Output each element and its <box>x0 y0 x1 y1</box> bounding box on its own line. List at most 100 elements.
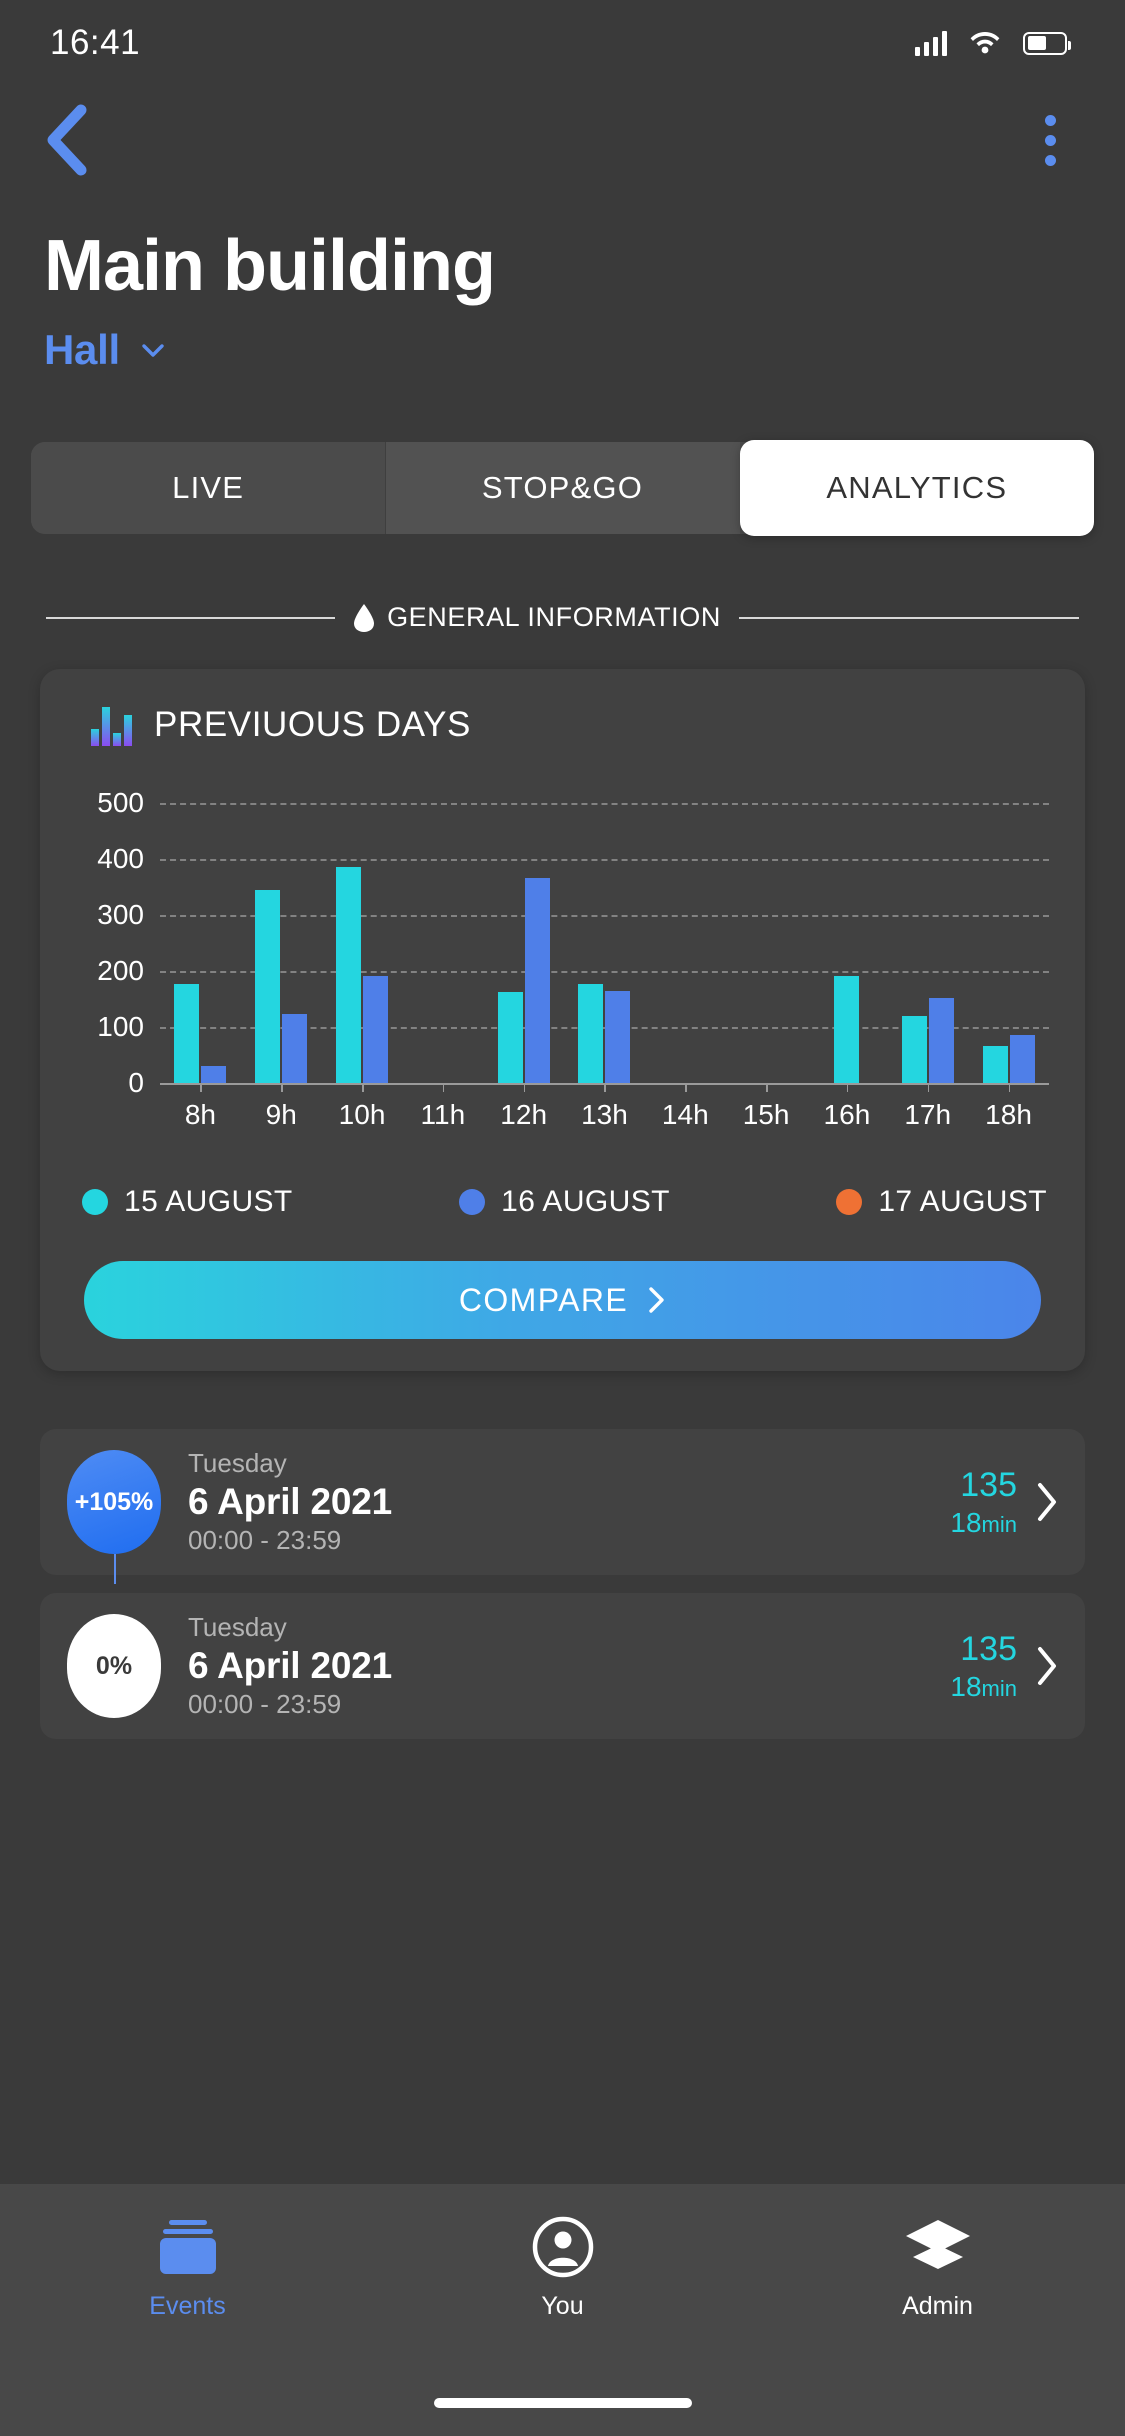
event-date: 6 April 2021 <box>188 1481 392 1522</box>
back-button[interactable] <box>36 104 96 176</box>
chart-y-tick-label: 300 <box>97 899 144 930</box>
chart-bar-group <box>564 803 645 1092</box>
bottom-nav-label: You <box>541 2292 584 2320</box>
chart-y-tick-label: 0 <box>128 1067 144 1098</box>
event-time-range: 00:00 - 23:59 <box>188 1689 342 1719</box>
legend-label: 16 AUGUST <box>501 1185 670 1218</box>
legend-label: 15 AUGUST <box>124 1185 293 1218</box>
home-indicator <box>433 2398 692 2408</box>
chart-x-tick-label: 8h <box>184 1099 216 1130</box>
overflow-menu-button[interactable] <box>1027 110 1073 170</box>
chart-bar-group <box>483 803 564 1092</box>
zone-selector-label: Hall <box>44 326 120 373</box>
tab-stop-and-go[interactable]: STOP&GO <box>385 442 740 534</box>
zone-selector[interactable]: Hall <box>44 326 1081 374</box>
chart-x-tick-label: 12h <box>500 1099 548 1130</box>
chart-y-tick-label: 100 <box>97 1011 144 1042</box>
chart-bar <box>255 890 281 1083</box>
section-label: GENERAL INFORMATION <box>387 602 721 632</box>
previous-days-card: PREVIUOUS DAYS 0 100 200 300 400 500 8h 9h 10h 1… <box>40 669 1085 1371</box>
chart-bar <box>336 866 362 1083</box>
event-duration: 18min <box>950 1670 1017 1702</box>
top-nav-bar <box>0 86 1125 194</box>
chart-bar-group <box>887 803 968 1092</box>
event-row[interactable]: 0% Tuesday 6 April 2021 00:00 - 23:59 135 18m… <box>40 1593 1085 1739</box>
chart-x-tick-label: 16h <box>823 1099 871 1130</box>
legend-color-swatch <box>82 1189 108 1215</box>
status-badge-label: +105% <box>74 1487 154 1516</box>
chevron-left-icon <box>47 104 87 176</box>
tab-analytics[interactable]: ANALYTICS <box>739 440 1094 536</box>
event-metrics: 135 18min <box>950 1466 1035 1539</box>
bottom-nav-item-admin[interactable]: Admin <box>750 2216 1125 2436</box>
chart-y-tick-label: 200 <box>97 955 144 986</box>
water-drop-icon <box>354 603 375 632</box>
chart-bar <box>174 983 200 1083</box>
status-badge: 0% <box>67 1614 161 1718</box>
account-circle-icon <box>524 2216 602 2278</box>
status-badge-label: 0% <box>95 1651 133 1680</box>
kebab-menu-icon <box>1044 114 1056 126</box>
legend-label: 17 AUGUST <box>878 1185 1048 1218</box>
page-header: Main building Hall <box>0 194 1125 374</box>
bar-chart-icon <box>91 707 132 746</box>
chevron-right-icon[interactable] <box>1035 1645 1059 1687</box>
chart-bar-group <box>807 803 888 1092</box>
chart-y-tick-label: 400 <box>97 843 144 874</box>
legend-color-swatch <box>459 1189 486 1215</box>
event-row[interactable]: +105% Tuesday 6 April 2021 00:00 - 23:59 135… <box>40 1429 1085 1584</box>
chart-y-tick-label: 500 <box>97 787 144 818</box>
status-badge: +105% <box>67 1450 161 1584</box>
chart-x-tick-label: 17h <box>904 1099 952 1130</box>
chart-bar-group <box>322 803 403 1092</box>
layers-icon <box>899 2216 977 2278</box>
chart-bar <box>605 990 631 1083</box>
section-header: GENERAL INFORMATION <box>335 602 739 633</box>
chart-bar <box>901 1016 927 1083</box>
chart-x-tick-label: 15h <box>742 1099 790 1130</box>
event-weekday: Tuesday <box>188 1448 287 1478</box>
chart-bar <box>1009 1035 1035 1083</box>
event-badge-column: +105% <box>40 1429 188 1584</box>
card-title: PREVIUOUS DAYS <box>154 705 471 744</box>
status-bar-icons <box>914 28 1071 59</box>
event-count: 135 <box>960 1465 1017 1504</box>
compare-button[interactable]: COMPARE <box>84 1261 1041 1339</box>
chart-legend: 15 AUGUST 16 AUGUST 17 AUGUST <box>82 1185 1047 1219</box>
bottom-nav-label: Events <box>149 2292 226 2320</box>
chart-bars <box>160 803 1049 1092</box>
wifi-icon <box>969 28 1001 59</box>
signal-bars-icon <box>914 30 947 56</box>
event-details: Tuesday 6 April 2021 00:00 - 23:59 <box>188 1612 950 1720</box>
event-badge-column: 0% <box>40 1593 188 1739</box>
event-time-range: 00:00 - 23:59 <box>188 1525 342 1555</box>
chevron-right-icon <box>649 1287 664 1313</box>
chart-bar-group <box>968 803 1049 1092</box>
chart-x-tick-label: 13h <box>581 1099 628 1130</box>
chart-bar <box>201 1065 227 1083</box>
bottom-nav-item-events[interactable]: Events <box>0 2216 375 2436</box>
view-tabs: LIVE STOP&GO ANALYTICS <box>31 440 1094 536</box>
event-duration: 18min <box>950 1506 1017 1538</box>
chart-x-tick-label: 10h <box>338 1099 386 1130</box>
chart-bar <box>928 997 954 1083</box>
chart-bar <box>982 1046 1008 1083</box>
chevron-right-icon[interactable] <box>1035 1481 1059 1523</box>
event-list: +105% Tuesday 6 April 2021 00:00 - 23:59 135… <box>40 1429 1085 1739</box>
event-date: 6 April 2021 <box>188 1645 392 1686</box>
legend-item: 16 AUGUST <box>459 1185 836 1219</box>
page-title: Main building <box>44 226 496 306</box>
tab-live[interactable]: LIVE <box>31 442 386 534</box>
chart-x-tick-label: 18h <box>985 1099 1032 1130</box>
legend-color-swatch <box>836 1189 863 1215</box>
chart-bar <box>282 1013 308 1083</box>
divider-line-left <box>46 616 336 619</box>
chart-x-tick-label: 11h <box>420 1099 466 1130</box>
kebab-menu-icon <box>1044 134 1056 146</box>
chart-bar <box>497 991 523 1083</box>
compare-button-label: COMPARE <box>458 1281 629 1318</box>
chevron-down-icon <box>142 344 164 357</box>
event-metrics: 135 18min <box>950 1630 1035 1703</box>
section-divider: GENERAL INFORMATION <box>46 602 1079 633</box>
chart-bar <box>578 984 604 1083</box>
